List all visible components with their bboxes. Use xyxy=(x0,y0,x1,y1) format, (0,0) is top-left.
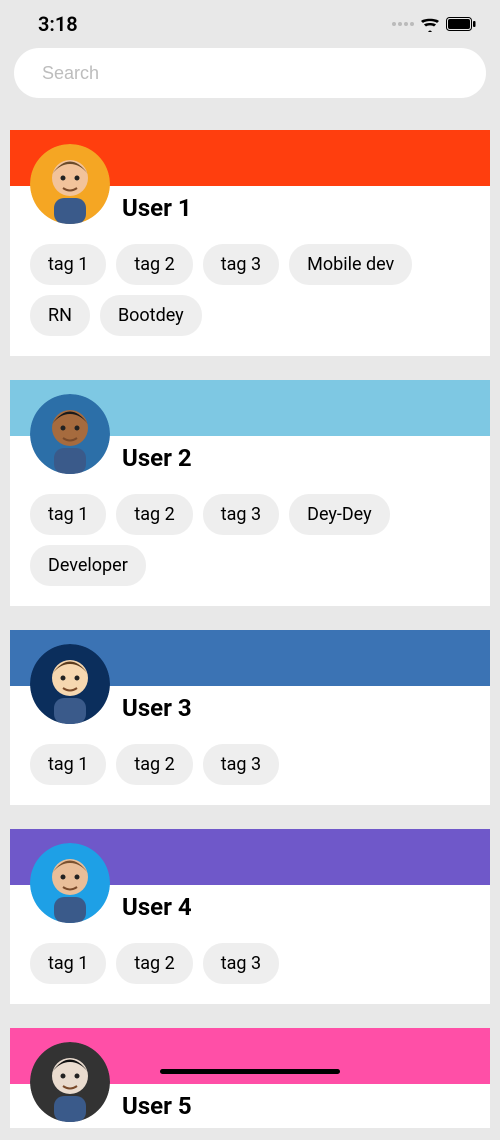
user-card[interactable]: User 3 tag 1tag 2 tag 3 xyxy=(10,630,490,805)
avatar xyxy=(30,144,110,224)
avatar xyxy=(30,1042,110,1122)
user-card[interactable]: User 2 tag 1tag 2 tag 3Dey-Dey Developer xyxy=(10,380,490,606)
tag[interactable]: Dey-Dey xyxy=(289,494,390,535)
user-card[interactable]: User 5 xyxy=(10,1028,490,1128)
tag[interactable]: tag 1 xyxy=(30,494,106,535)
battery-icon xyxy=(446,17,476,31)
tag[interactable]: tag 2 xyxy=(116,244,192,285)
tag[interactable]: tag 1 xyxy=(30,943,106,984)
avatar xyxy=(30,644,110,724)
tag-list: tag 1tag 2 tag 3Mobile dev RNBootdey xyxy=(10,230,490,356)
tag[interactable]: Developer xyxy=(30,545,146,586)
tag[interactable]: tag 2 xyxy=(116,744,192,785)
tag-list: tag 1tag 2 tag 3 xyxy=(10,730,490,805)
tag[interactable]: tag 3 xyxy=(203,943,279,984)
search-wrap xyxy=(0,44,500,118)
status-bar: 3:18 xyxy=(0,0,500,44)
tag-list: tag 1tag 2 tag 3 xyxy=(10,929,490,1004)
user-card[interactable]: User 1 tag 1tag 2 tag 3Mobile dev RNBootdey xyxy=(10,130,490,356)
signal-dots-icon xyxy=(392,22,414,26)
avatar xyxy=(30,394,110,474)
user-name: User 5 xyxy=(122,1092,192,1120)
tag[interactable]: tag 3 xyxy=(203,494,279,535)
wifi-icon xyxy=(420,17,440,32)
tag-list: tag 1tag 2 tag 3Dey-Dey Developer xyxy=(10,480,490,606)
tag[interactable]: Mobile dev xyxy=(289,244,412,285)
user-list: User 1tag 1tag 2tag 3Mobile devRNBootdey… xyxy=(0,118,500,1140)
avatar xyxy=(30,843,110,923)
user-name: User 1 xyxy=(122,194,192,222)
tag[interactable]: tag 1 xyxy=(30,744,106,785)
tag[interactable]: tag 3 xyxy=(203,744,279,785)
status-right xyxy=(392,17,476,32)
tag[interactable]: tag 3 xyxy=(203,244,279,285)
user-name: User 3 xyxy=(122,694,192,722)
tag[interactable]: RN xyxy=(30,295,90,336)
user-card[interactable]: User 4 tag 1tag 2 tag 3 xyxy=(10,829,490,1004)
tag[interactable]: tag 1 xyxy=(30,244,106,285)
search-input[interactable] xyxy=(14,48,486,98)
status-time: 3:18 xyxy=(38,12,78,36)
tag[interactable]: Bootdey xyxy=(100,295,202,336)
home-indicator xyxy=(160,1069,340,1074)
tag[interactable]: tag 2 xyxy=(116,494,192,535)
user-name: User 2 xyxy=(122,444,192,472)
user-name: User 4 xyxy=(122,893,192,921)
tag[interactable]: tag 2 xyxy=(116,943,192,984)
